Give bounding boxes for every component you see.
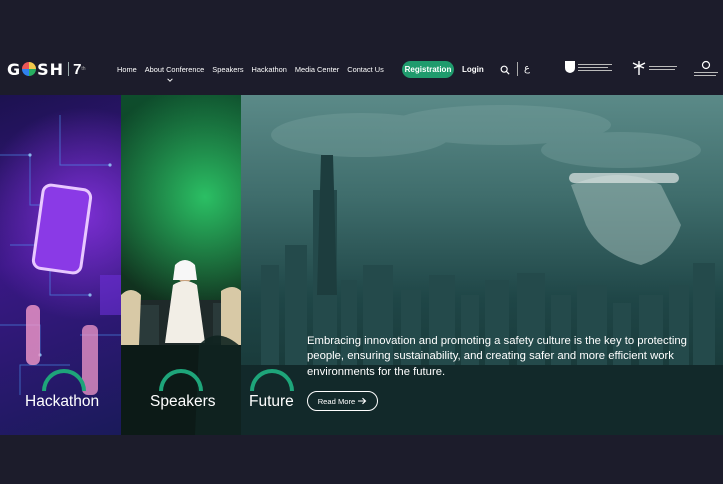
read-more-label: Read More (317, 396, 356, 406)
logo-o-icon (22, 62, 37, 76)
logo-edition-suffix: th (81, 66, 86, 72)
chevron-down-icon[interactable] (167, 77, 173, 83)
search-icon[interactable] (500, 65, 510, 75)
speakers-panel[interactable]: Speakers (121, 95, 241, 435)
logo-text-sh: SH (37, 59, 65, 79)
partner-logo-arabic[interactable] (694, 60, 718, 76)
main-nav: Home About Conference Speakers Hackathon… (117, 65, 384, 74)
hackathon-label: Hackathon (25, 393, 100, 410)
partner-logo-safety-council[interactable] (564, 60, 612, 74)
registration-button[interactable]: Registration (402, 61, 454, 78)
partner-logo-ministry[interactable] (631, 60, 677, 76)
language-switch[interactable]: ع (524, 63, 530, 74)
nav-item-hackathon[interactable]: Hackathon (252, 65, 287, 74)
logo-edition-number: 7 (73, 60, 82, 78)
page-bottom-band (0, 435, 723, 484)
logo-text-g: G (7, 59, 22, 79)
logo-divider (68, 62, 70, 76)
read-more-button[interactable]: Read More (307, 391, 378, 411)
nav-item-contact-us[interactable]: Contact Us (347, 65, 384, 74)
hackathon-panel[interactable]: Hackathon (0, 95, 121, 435)
partner-wordmark (649, 66, 677, 70)
nav-item-about-conference[interactable]: About Conference (145, 65, 205, 74)
speakers-label: Speakers (150, 393, 216, 410)
future-label: Future (249, 393, 294, 410)
nav-item-home[interactable]: Home (117, 65, 137, 74)
city-skyline-illustration (241, 105, 723, 435)
nav-item-media-center[interactable]: Media Center (295, 65, 339, 74)
login-link[interactable]: Login (462, 65, 484, 74)
header-divider (517, 62, 518, 76)
palm-emblem-icon (632, 61, 646, 75)
arrow-right-icon (358, 397, 367, 405)
partner-wordmark (694, 72, 718, 76)
partner-wordmark (578, 63, 612, 71)
future-panel[interactable]: Future (241, 95, 723, 435)
nav-item-speakers[interactable]: Speakers (212, 65, 243, 74)
shield-icon (565, 61, 575, 73)
hero-banner: Hackathon Speakers Future Embracing inno… (0, 95, 723, 435)
site-header: G SH 7th Home About Conference Speakers … (0, 0, 723, 95)
hero-description: Embracing innovation and promoting a saf… (307, 335, 687, 378)
gosh-logo[interactable]: G SH 7th (7, 59, 86, 79)
emblem-icon (701, 60, 711, 70)
